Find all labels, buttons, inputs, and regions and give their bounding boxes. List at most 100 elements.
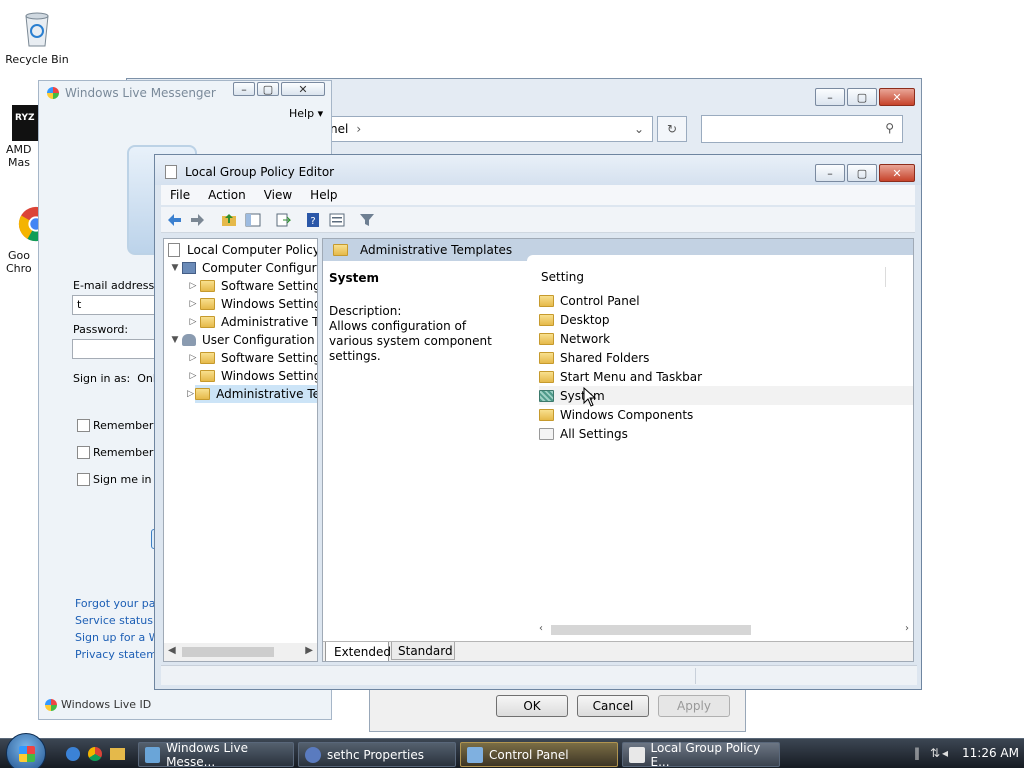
policy-tree: Local Computer Policy ▼ Computer Configu…: [163, 238, 318, 662]
export-list-icon[interactable]: [275, 212, 291, 228]
show-hide-tree-icon[interactable]: [245, 212, 261, 228]
scroll-left-icon[interactable]: ◀: [168, 645, 176, 656]
setting-row-windows-components[interactable]: Windows Components: [539, 405, 913, 424]
tree-item-local-computer-policy[interactable]: Local Computer Policy: [168, 241, 317, 259]
windows-live-logo-icon: [45, 698, 57, 711]
service-status-link[interactable]: Service status: [75, 614, 153, 627]
recycle-bin-icon: [25, 12, 49, 47]
cancel-button[interactable]: Cancel: [577, 695, 649, 717]
maximize-button[interactable]: ▢: [257, 82, 279, 96]
gpedit-app-icon: [165, 165, 177, 179]
quicklaunch-chrome-icon[interactable]: [88, 747, 102, 761]
ok-button[interactable]: OK: [496, 695, 568, 717]
tree-scroll-thumb[interactable]: [182, 647, 274, 657]
remember-password-checkbox[interactable]: [77, 446, 90, 459]
password-label: Password:: [73, 323, 129, 336]
taskbar: Windows Live Messe... sethc Properties C…: [0, 733, 1024, 768]
remember-me-checkbox[interactable]: [77, 419, 90, 432]
minimize-button[interactable]: –: [815, 164, 845, 182]
email-label: E-mail address:: [73, 279, 158, 292]
details-horizontal-scrollbar[interactable]: ‹ ›: [535, 621, 913, 639]
close-button[interactable]: ✕: [879, 88, 915, 106]
folder-icon: [539, 370, 554, 383]
setting-row-control-panel[interactable]: Control Panel: [539, 291, 913, 310]
filter-icon[interactable]: [359, 212, 375, 228]
tray-network-icon[interactable]: ⇅: [930, 746, 940, 760]
task-local-group-policy-editor[interactable]: Local Group Policy E...: [622, 741, 780, 768]
gear-icon: [305, 746, 321, 763]
help-menu[interactable]: Help ▾: [289, 107, 323, 120]
scroll-right-icon[interactable]: ›: [905, 623, 909, 634]
chevron-right-icon[interactable]: ▷: [186, 371, 200, 381]
folder-icon: [195, 388, 211, 400]
minimize-button[interactable]: –: [233, 82, 255, 96]
tree-item-cc-software-settings[interactable]: ▷ Software Settings: [186, 277, 317, 295]
tree-item-computer-configuration[interactable]: ▼ Computer Configura: [168, 259, 317, 277]
setting-row-desktop[interactable]: Desktop: [539, 310, 913, 329]
messenger-titlebar: Windows Live Messenger: [47, 86, 216, 100]
apply-button[interactable]: Apply: [658, 695, 730, 717]
menu-file[interactable]: File: [161, 188, 199, 202]
scroll-left-icon[interactable]: ‹: [539, 623, 543, 634]
tree-item-uc-software-settings[interactable]: ▷ Software Settings: [186, 349, 317, 367]
maximize-button[interactable]: ▢: [847, 164, 877, 182]
chevron-down-icon[interactable]: ▼: [168, 263, 182, 273]
scroll-right-icon[interactable]: ▶: [305, 645, 313, 656]
menu-view[interactable]: View: [255, 188, 301, 202]
column-divider[interactable]: [885, 267, 886, 287]
back-arrow-icon[interactable]: [167, 212, 183, 228]
details-scroll-thumb[interactable]: [551, 625, 751, 635]
setting-row-all-settings[interactable]: All Settings: [539, 424, 913, 443]
tray-volume-icon[interactable]: ◂: [942, 746, 948, 760]
close-button[interactable]: ✕: [281, 82, 325, 96]
task-control-panel[interactable]: Control Panel: [460, 742, 618, 767]
close-button[interactable]: ✕: [879, 164, 915, 182]
maximize-button[interactable]: ▢: [847, 88, 877, 106]
address-bar[interactable]: nel › ⌄: [327, 116, 653, 142]
tree-item-user-configuration[interactable]: ▼ User Configuration: [168, 331, 315, 349]
properties-icon[interactable]: [329, 212, 345, 228]
tree-item-cc-windows-settings[interactable]: ▷ Windows Setting: [186, 295, 317, 313]
quicklaunch-folder-icon[interactable]: [110, 748, 125, 760]
chevron-down-icon[interactable]: ⌄: [634, 122, 644, 136]
quicklaunch-browser-icon[interactable]: [66, 747, 80, 761]
tab-extended[interactable]: Extended: [325, 642, 391, 661]
chevron-right-icon[interactable]: ▷: [186, 353, 200, 363]
help-icon[interactable]: ?: [305, 212, 321, 228]
chevron-right-icon[interactable]: ▷: [186, 389, 195, 399]
menu-help[interactable]: Help: [301, 188, 346, 202]
chevron-right-icon[interactable]: ▷: [186, 299, 200, 309]
tree-item-cc-administrative-templates[interactable]: ▷ Administrative Te: [186, 313, 317, 331]
chevron-down-icon[interactable]: ▼: [168, 335, 182, 345]
chevron-right-icon[interactable]: ▷: [186, 317, 200, 327]
tab-standard[interactable]: Standard: [391, 642, 455, 660]
desktop-icon-recycle-bin[interactable]: Recycle Bin: [2, 8, 72, 66]
forward-arrow-icon[interactable]: [189, 212, 205, 228]
email-field[interactable]: t: [72, 295, 160, 315]
setting-row-shared-folders[interactable]: Shared Folders: [539, 348, 913, 367]
refresh-button[interactable]: ↻: [657, 116, 687, 142]
tree-item-uc-windows-settings[interactable]: ▷ Windows Setting: [186, 367, 317, 385]
setting-row-start-menu[interactable]: Start Menu and Taskbar: [539, 367, 913, 386]
sign-in-auto-checkbox[interactable]: [77, 473, 90, 486]
search-icon: ⚲: [885, 121, 894, 135]
clock[interactable]: 11:26 AM: [962, 746, 1019, 760]
task-sethc-properties[interactable]: sethc Properties: [298, 742, 456, 767]
setting-row-network[interactable]: Network: [539, 329, 913, 348]
sign-up-link[interactable]: Sign up for a Wi: [75, 631, 163, 644]
chevron-right-icon[interactable]: ▷: [186, 281, 200, 291]
tray-pause-icon[interactable]: ‖: [914, 746, 920, 760]
search-input[interactable]: ⚲: [701, 115, 903, 143]
menu-action[interactable]: Action: [199, 188, 255, 202]
tree-horizontal-scrollbar[interactable]: ◀ ▶: [164, 643, 317, 661]
control-panel-icon: [467, 746, 483, 763]
start-button[interactable]: [6, 733, 46, 768]
task-windows-live-messenger[interactable]: Windows Live Messe...: [138, 741, 294, 768]
up-folder-icon[interactable]: [221, 212, 237, 228]
minimize-button[interactable]: –: [815, 88, 845, 106]
tree-item-uc-administrative-templates[interactable]: ▷ Administrative Te: [186, 385, 317, 403]
column-header-setting[interactable]: Setting: [541, 270, 584, 284]
folder-icon: [539, 313, 554, 326]
password-field[interactable]: [72, 339, 160, 359]
toolbar: ?: [161, 207, 915, 233]
